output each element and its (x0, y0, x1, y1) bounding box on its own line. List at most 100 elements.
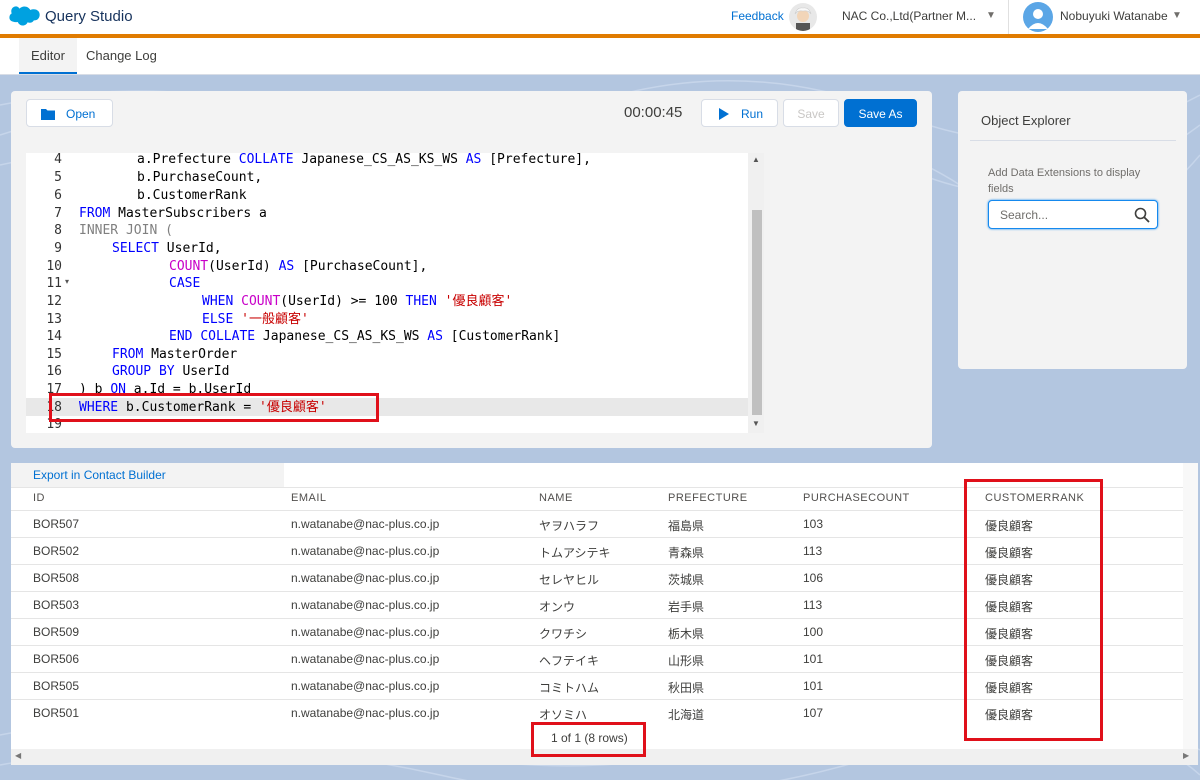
cell-name: ヤヲハラフ (539, 519, 600, 533)
highlight-box-where-clause (49, 393, 379, 422)
app-title: Query Studio (45, 8, 133, 25)
divider (970, 140, 1176, 141)
cell-email: n.watanabe@nac-plus.co.jp (291, 706, 440, 720)
cell-prefecture: 岩手県 (668, 600, 705, 614)
scroll-down-icon[interactable]: ▼ (752, 419, 760, 428)
cell-purchasecount: 113 (803, 598, 823, 612)
line-number: 5 (54, 170, 62, 185)
code-line: COUNT(UserId) AS [PurchaseCount], (169, 259, 428, 274)
user-menu[interactable]: Nobuyuki Watanabe (1060, 9, 1168, 23)
cell-purchasecount: 113 (803, 544, 823, 558)
scroll-left-icon[interactable]: ◀ (15, 751, 21, 760)
code-line: b.PurchaseCount, (137, 170, 263, 185)
cell-name: クワチシ (539, 627, 588, 641)
org-switcher[interactable]: NAC Co.,Ltd(Partner M... (842, 9, 976, 23)
cell-prefecture: 福島県 (668, 519, 705, 533)
einstein-avatar[interactable] (789, 3, 817, 31)
cell-purchasecount: 107 (803, 706, 824, 720)
cell-id: BOR508 (33, 571, 80, 585)
cell-name: セレヤヒル (539, 573, 600, 587)
column-header-prefecture[interactable]: PREFECTURE (668, 492, 748, 504)
cell-id: BOR509 (33, 625, 80, 639)
fold-arrow-icon[interactable]: ▾ (65, 277, 69, 286)
line-number: 4 (54, 153, 62, 167)
cell-id: BOR501 (33, 706, 80, 720)
cell-prefecture: 青森県 (668, 546, 705, 560)
cell-email: n.watanabe@nac-plus.co.jp (291, 679, 440, 693)
cell-id: BOR506 (33, 652, 80, 666)
cell-purchasecount: 106 (803, 571, 824, 585)
cell-prefecture: 北海道 (668, 708, 705, 722)
play-icon (719, 108, 729, 120)
line-number: 15 (46, 347, 62, 362)
results-vertical-scrollbar[interactable] (1183, 463, 1198, 749)
chevron-down-icon[interactable]: ▼ (1172, 10, 1182, 21)
global-header: Query Studio Feedback NAC Co.,Ltd(Partne… (0, 0, 1200, 34)
sql-code-editor[interactable]: 4 5 6 7 8 9 10 11 ▾ 12 13 14 15 16 17 18… (26, 153, 764, 433)
cell-id: BOR503 (33, 598, 80, 612)
salesforce-cloud-logo (9, 6, 40, 26)
code-line: FROM MasterOrder (112, 347, 238, 362)
scrollbar-thumb[interactable] (752, 210, 762, 415)
cell-purchasecount: 100 (803, 625, 824, 639)
cell-prefecture: 山形県 (668, 654, 705, 668)
search-icon[interactable] (1134, 207, 1150, 223)
run-button-label: Run (741, 107, 764, 121)
line-number-gutter: 4 5 6 7 8 9 10 11 ▾ 12 13 14 15 16 17 18… (26, 153, 69, 433)
run-button[interactable]: Run (701, 99, 778, 127)
code-line: GROUP BY UserId (112, 364, 230, 379)
cell-prefecture: 茨城県 (668, 573, 705, 587)
save-button[interactable]: Save (783, 99, 839, 127)
cell-email: n.watanabe@nac-plus.co.jp (291, 598, 440, 612)
line-number: 6 (54, 188, 62, 203)
cell-purchasecount: 103 (803, 517, 824, 531)
column-header-id[interactable]: ID (33, 492, 45, 504)
cell-name: コミトハム (539, 681, 600, 695)
folder-icon (41, 109, 55, 120)
column-header-name[interactable]: NAME (539, 492, 573, 504)
divider (1008, 0, 1009, 34)
scroll-up-icon[interactable]: ▲ (752, 155, 760, 164)
line-number: 9 (54, 241, 62, 256)
cell-name: オソミハ (539, 708, 588, 722)
open-button[interactable]: Open (26, 99, 113, 127)
cell-id: BOR502 (33, 544, 80, 558)
query-timer: 00:00:45 (624, 104, 683, 121)
object-search-input[interactable]: Search... (988, 200, 1158, 229)
line-number: 13 (46, 312, 62, 327)
cell-email: n.watanabe@nac-plus.co.jp (291, 625, 440, 639)
line-number: 12 (46, 294, 62, 309)
user-avatar[interactable] (1023, 2, 1053, 32)
code-line: END COLLATE Japanese_CS_AS_KS_WS AS [Cus… (169, 329, 561, 344)
open-button-label: Open (66, 107, 96, 121)
tab-editor[interactable]: Editor (19, 38, 77, 74)
line-number: 7 (54, 206, 62, 221)
cell-id: BOR505 (33, 679, 80, 693)
object-explorer-panel (958, 91, 1187, 369)
column-header-purchasecount[interactable]: PURCHASECOUNT (803, 492, 910, 504)
code-line: FROM MasterSubscribers a (79, 206, 267, 221)
cell-email: n.watanabe@nac-plus.co.jp (291, 652, 440, 666)
line-number: 14 (46, 329, 62, 344)
cell-id: BOR507 (33, 517, 80, 531)
highlight-box-customerrank-column (964, 479, 1103, 741)
export-contact-builder-link[interactable]: Export in Contact Builder (33, 468, 166, 482)
code-line: WHEN COUNT(UserId) >= 100 THEN '優良顧客' (202, 294, 513, 309)
search-placeholder: Search... (1000, 208, 1049, 222)
code-line: a.Prefecture COLLATE Japanese_CS_AS_KS_W… (137, 153, 591, 167)
code-line: b.CustomerRank (137, 188, 247, 203)
cell-email: n.watanabe@nac-plus.co.jp (291, 544, 440, 558)
cell-prefecture: 秋田県 (668, 681, 705, 695)
cell-purchasecount: 101 (803, 652, 824, 666)
feedback-link[interactable]: Feedback (731, 9, 784, 23)
column-header-email[interactable]: EMAIL (291, 492, 327, 504)
code-line: SELECT UserId, (112, 241, 222, 256)
scroll-right-icon[interactable]: ▶ (1183, 751, 1189, 760)
object-explorer-title: Object Explorer (981, 113, 1071, 128)
cell-name: トムアシテキ (539, 546, 611, 560)
tab-change-log[interactable]: Change Log (74, 38, 169, 74)
code-line: INNER JOIN ( (79, 223, 173, 238)
cell-name: オンウ (539, 600, 576, 614)
chevron-down-icon[interactable]: ▼ (986, 10, 996, 21)
save-as-button[interactable]: Save As (844, 99, 917, 127)
